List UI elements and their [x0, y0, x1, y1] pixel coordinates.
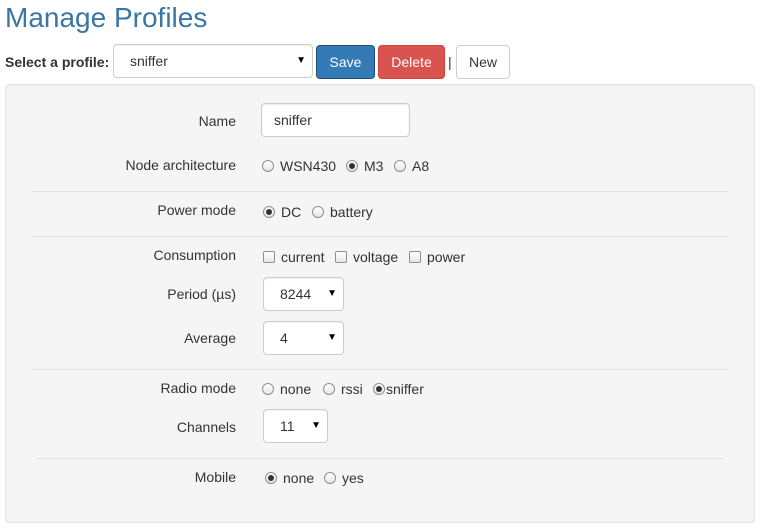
consumption-label-current: current — [281, 249, 325, 265]
profile-select[interactable]: sniffer ▼ — [113, 44, 313, 78]
mobile-radio-yes[interactable] — [324, 472, 336, 484]
caret-down-icon: ▼ — [311, 420, 321, 431]
channels-select-value: 11 — [280, 418, 295, 434]
channels-label: Channels — [176, 419, 236, 435]
divider — [32, 191, 728, 192]
mobile-label: Mobile — [194, 469, 236, 485]
save-button[interactable]: Save — [316, 45, 375, 79]
consumption-checkbox-current[interactable] — [263, 251, 275, 263]
arch-radio-wsn430[interactable] — [262, 160, 274, 172]
radio-radio-rssi[interactable] — [323, 383, 335, 395]
arch-option-m3[interactable]: M3 — [346, 157, 383, 175]
radio-radio-none[interactable] — [262, 383, 274, 395]
new-button[interactable]: New — [456, 45, 510, 79]
radio-radio-sniffer[interactable] — [373, 383, 385, 395]
caret-down-icon: ▼ — [327, 288, 337, 299]
node-architecture-label: Node architecture — [125, 157, 236, 173]
power-radio-battery[interactable] — [312, 206, 324, 218]
consumption-option-current[interactable]: current — [263, 248, 325, 266]
radio-label-rssi: rssi — [341, 381, 363, 397]
radio-mode-label: Radio mode — [160, 380, 237, 396]
mobile-option-none[interactable]: none — [265, 469, 314, 487]
arch-radio-a8[interactable] — [394, 160, 406, 172]
arch-radio-m3[interactable] — [346, 160, 358, 172]
radio-option-rssi[interactable]: rssi — [323, 380, 363, 398]
radio-label-sniffer: sniffer — [386, 381, 424, 397]
profile-form-panel: Name sniffer Node architecture WSN430 M3… — [5, 84, 755, 523]
consumption-checkbox-power[interactable] — [409, 251, 421, 263]
power-option-dc[interactable]: DC — [263, 203, 301, 221]
profile-select-label: Select a profile: — [5, 54, 110, 70]
divider — [32, 369, 728, 370]
arch-option-wsn430[interactable]: WSN430 — [262, 157, 336, 175]
period-select[interactable]: 8244 ▼ — [263, 277, 344, 311]
arch-option-a8[interactable]: A8 — [394, 157, 429, 175]
name-label: Name — [198, 113, 236, 129]
consumption-label: Consumption — [153, 247, 237, 263]
period-label: Period (µs) — [167, 286, 236, 302]
caret-down-icon: ▼ — [327, 332, 337, 343]
caret-down-icon: ▼ — [296, 55, 306, 66]
period-select-value: 8244 — [280, 286, 312, 302]
power-label-battery: battery — [330, 204, 373, 220]
mobile-option-yes[interactable]: yes — [324, 469, 364, 487]
name-input[interactable]: sniffer — [261, 103, 410, 137]
radio-option-none[interactable]: none — [262, 380, 311, 398]
consumption-label-power: power — [427, 249, 466, 265]
consumption-option-voltage[interactable]: voltage — [335, 248, 398, 266]
power-label-dc: DC — [281, 204, 302, 220]
arch-label-a8: A8 — [412, 158, 430, 174]
channels-select[interactable]: 11 ▼ — [263, 409, 328, 443]
name-input-value: sniffer — [274, 112, 312, 128]
arch-label-m3: M3 — [364, 158, 384, 174]
power-option-battery[interactable]: battery — [312, 203, 373, 221]
mobile-label-none: none — [283, 470, 315, 486]
consumption-label-voltage: voltage — [353, 249, 399, 265]
profile-select-value: sniffer — [130, 53, 168, 69]
average-select[interactable]: 4 ▼ — [263, 321, 344, 355]
divider — [32, 236, 728, 237]
radio-option-sniffer[interactable]: sniffer — [373, 380, 424, 398]
average-select-value: 4 — [280, 330, 288, 346]
radio-label-none: none — [280, 381, 312, 397]
mobile-radio-none[interactable] — [265, 472, 277, 484]
average-label: Average — [184, 330, 236, 346]
mobile-label-yes: yes — [342, 470, 364, 486]
consumption-option-power[interactable]: power — [409, 248, 465, 266]
power-radio-dc[interactable] — [263, 206, 275, 218]
divider — [37, 458, 723, 459]
consumption-checkbox-voltage[interactable] — [335, 251, 347, 263]
delete-button[interactable]: Delete — [378, 45, 445, 79]
power-mode-label: Power mode — [157, 202, 236, 218]
arch-label-wsn430: WSN430 — [280, 158, 337, 174]
page-title: Manage Profiles — [5, 2, 208, 33]
toolbar-separator: | — [448, 54, 452, 70]
